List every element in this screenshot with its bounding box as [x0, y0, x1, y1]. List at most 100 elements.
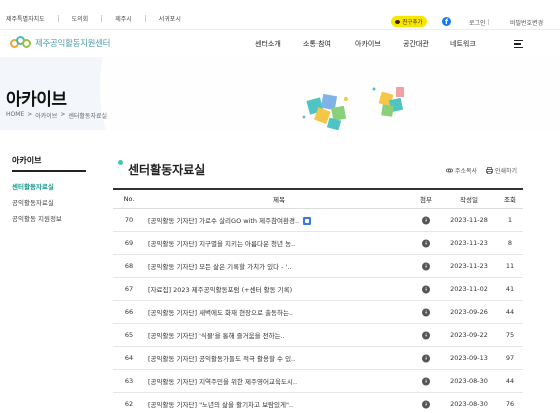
row-number: 67 — [124, 285, 134, 293]
login-link[interactable]: 로그인 — [469, 18, 486, 27]
column-header-attach: 첨부 — [420, 196, 432, 204]
table-row[interactable]: 69 [공익활동 기자단] 지구별을 지키는 아름다운 청년 농.. ↓ 2023-1… — [113, 232, 523, 255]
table-row[interactable]: 63 [공익활동 기자단] 지역주민을 위한 제주영어교육도시.. ↓ 2023-08… — [113, 370, 523, 393]
row-title-text: [자료집] 2023 제주공익활동포럼 (+센터 활동 기록) — [148, 286, 293, 294]
row-date: 2023-09-26 — [450, 308, 488, 316]
column-header-views: 조회 — [504, 196, 516, 204]
title-accent-dot — [118, 160, 123, 165]
row-views: 97 — [505, 354, 515, 362]
kakao-add-friend-button[interactable]: 친구추가 — [391, 16, 427, 27]
table-row[interactable]: 67 [자료집] 2023 제주공익활동포럼 (+센터 활동 기록) ↓ 2023-1… — [113, 278, 523, 301]
attachment-icon[interactable]: ↓ — [420, 239, 432, 248]
table-row[interactable]: 68 [공익활동 기자단] 모든 삶은 기록할 가치가 있다 - '.. ↓ 2023… — [113, 255, 523, 278]
row-views: 44 — [505, 377, 515, 385]
breadcrumb-home[interactable]: HOME — [6, 111, 24, 120]
menu-icon[interactable] — [514, 40, 523, 48]
archive-table: No. 제목 첨부 작성일 조회 70 [공익활동 기자단] 가로수 살리GO w… — [113, 188, 523, 413]
row-title-text: [공익활동 기자단] 지역주민을 위한 제주영어교육도시.. — [148, 378, 298, 386]
puzzle-illustration — [302, 93, 348, 130]
row-title-text: [공익활동 기자단] 공익활동가들도 적극 활용할 수 있.. — [148, 355, 296, 363]
row-number: 65 — [124, 331, 134, 339]
nav-item-communication[interactable]: 소통·참여 — [303, 39, 331, 49]
utility-bar: 제주특별자치도 도의회 제주시 서귀포시 친구추가 f 로그인 비밀번호변경 — [0, 0, 560, 30]
row-date: 2023-09-13 — [450, 354, 488, 362]
link-jeju-city[interactable]: 제주시 — [115, 14, 132, 23]
nav-item-space-rental[interactable]: 공간대관 — [403, 39, 429, 49]
attachment-icon[interactable]: ↓ — [420, 354, 432, 363]
column-header-date: 작성일 — [460, 196, 478, 204]
row-number: 70 — [124, 216, 134, 224]
row-date: 2023-11-28 — [450, 216, 488, 224]
table-row[interactable]: 70 [공익활동 기자단] 가로수 살리GO with 제주참여환경.. ↓ 2023… — [113, 209, 523, 232]
attachment-icon[interactable]: ↓ — [420, 262, 432, 271]
print-icon — [486, 167, 493, 174]
row-views: 75 — [505, 331, 515, 339]
row-views: 76 — [505, 400, 515, 408]
row-date: 2023-08-30 — [450, 377, 488, 385]
sidebar-item-center-archive[interactable]: 센터활동자료실 — [12, 181, 54, 191]
row-title-link[interactable]: [자료집] 2023 제주공익활동포럼 (+센터 활동 기록) — [148, 284, 292, 294]
column-header-no: No. — [123, 195, 135, 203]
divider — [144, 15, 146, 22]
breadcrumb-separator: > — [60, 111, 66, 118]
row-title-link[interactable]: [공익활동 기자단] 모든 삶은 기록할 가치가 있다 - '.. — [148, 261, 292, 271]
sidebar-title: 아카이브 — [12, 156, 42, 165]
print-button[interactable]: 인쇄하기 — [486, 166, 517, 175]
row-date: 2023-08-30 — [450, 400, 488, 408]
table-row[interactable]: 62 [공익활동 기자단] "노년의 삶을 활기차고 보람있게".. ↓ 2023-0… — [113, 393, 523, 413]
breadcrumb-current: 센터활동자료실 — [68, 113, 107, 120]
link-seogwipo-city[interactable]: 서귀포시 — [159, 14, 181, 23]
column-header-title: 제목 — [273, 196, 285, 204]
link-jeju-province[interactable]: 제주특별자치도 — [6, 14, 45, 23]
breadcrumb: HOME > 아카이브 > 센터활동자료실 — [6, 111, 107, 120]
row-number: 68 — [124, 262, 134, 270]
change-password-link[interactable]: 비밀번호변경 — [510, 18, 543, 27]
row-date: 2023-11-23 — [450, 262, 488, 270]
row-title-link[interactable]: [공익활동 기자단] 지역주민을 위한 제주영어교육도시.. — [148, 376, 297, 386]
link-provincial-council[interactable]: 도의회 — [72, 14, 89, 23]
attachment-icon[interactable]: ↓ — [420, 285, 432, 294]
breadcrumb-separator: > — [27, 111, 33, 118]
nav-item-network[interactable]: 네트워크 — [450, 39, 476, 49]
table-row[interactable]: 66 [공익활동 기자단] 새벽에도 화재 현장으로 출동하는.. ↓ 2023-09… — [113, 301, 523, 324]
row-title-link[interactable]: [공익활동 기자단] 공익활동가들도 적극 활용할 수 있.. — [148, 353, 295, 363]
attachment-icon[interactable]: ↓ — [420, 308, 432, 317]
logo-text: 제주공익활동지원센터 — [35, 39, 111, 49]
row-title-link[interactable]: [공익활동 기자단] '식물'을 통해 즐거움을 전하는.. — [148, 330, 285, 340]
row-title-text: [공익활동 기자단] '식물'을 통해 즐거움을 전하는.. — [148, 332, 285, 340]
logo-icon — [10, 36, 32, 50]
row-title-link[interactable]: [공익활동 기자단] 새벽에도 화재 현장으로 출동하는.. — [148, 307, 293, 317]
sidebar-item-support-info[interactable]: 공익활동 지원정보 — [12, 213, 62, 223]
kakao-label: 친구추가 — [402, 19, 423, 26]
table-header: No. 제목 첨부 작성일 조회 — [113, 188, 523, 209]
sidebar-item-public-archive[interactable]: 공익활동자료실 — [12, 197, 54, 207]
row-views: 1 — [507, 216, 513, 224]
main-header: 제주공익활동지원센터 센터소개 소통·참여 아카이브 공간대관 네트워크 — [0, 30, 560, 57]
breadcrumb-archive[interactable]: 아카이브 — [35, 111, 57, 120]
copy-address-label: 주소복사 — [455, 168, 478, 175]
nav-item-archive[interactable]: 아카이브 — [355, 39, 381, 49]
page-title: 아카이브 — [6, 90, 67, 110]
facebook-icon[interactable]: f — [442, 17, 451, 26]
site-logo[interactable]: 제주공익활동지원센터 — [10, 36, 111, 50]
row-views: 41 — [505, 285, 515, 293]
attachment-icon[interactable]: ↓ — [420, 400, 432, 409]
row-date: 2023-09-22 — [450, 331, 488, 339]
row-number: 63 — [124, 377, 134, 385]
row-title-text: [공익활동 기자단] 새벽에도 화재 현장으로 출동하는.. — [148, 309, 294, 317]
attachment-icon[interactable]: ↓ — [420, 216, 432, 225]
attachment-icon[interactable]: ↓ — [420, 377, 432, 386]
page-hero: 아카이브 HOME > 아카이브 > 센터활동자료실 — [0, 57, 560, 130]
section-title: 센터활동자료실 — [128, 163, 206, 177]
row-views: 11 — [505, 262, 515, 270]
row-title-link[interactable]: [공익활동 기자단] 지구별을 지키는 아름다운 청년 농.. — [148, 238, 295, 248]
divider — [488, 19, 489, 25]
row-title-link[interactable]: [공익활동 기자단] "노년의 삶을 활기차고 보람있게".. — [148, 399, 293, 409]
table-row[interactable]: 64 [공익활동 기자단] 공익활동가들도 적극 활용할 수 있.. ↓ 2023-0… — [113, 347, 523, 370]
row-title-link[interactable]: [공익활동 기자단] 가로수 살리GO with 제주참여환경.. — [148, 215, 312, 225]
nav-item-center-intro[interactable]: 센터소개 — [255, 39, 281, 49]
row-views: 8 — [507, 239, 513, 247]
table-row[interactable]: 65 [공익활동 기자단] '식물'을 통해 즐거움을 전하는.. ↓ 2023-09… — [113, 324, 523, 347]
copy-address-button[interactable]: 주소복사 — [446, 166, 477, 175]
attachment-icon[interactable]: ↓ — [420, 331, 432, 340]
